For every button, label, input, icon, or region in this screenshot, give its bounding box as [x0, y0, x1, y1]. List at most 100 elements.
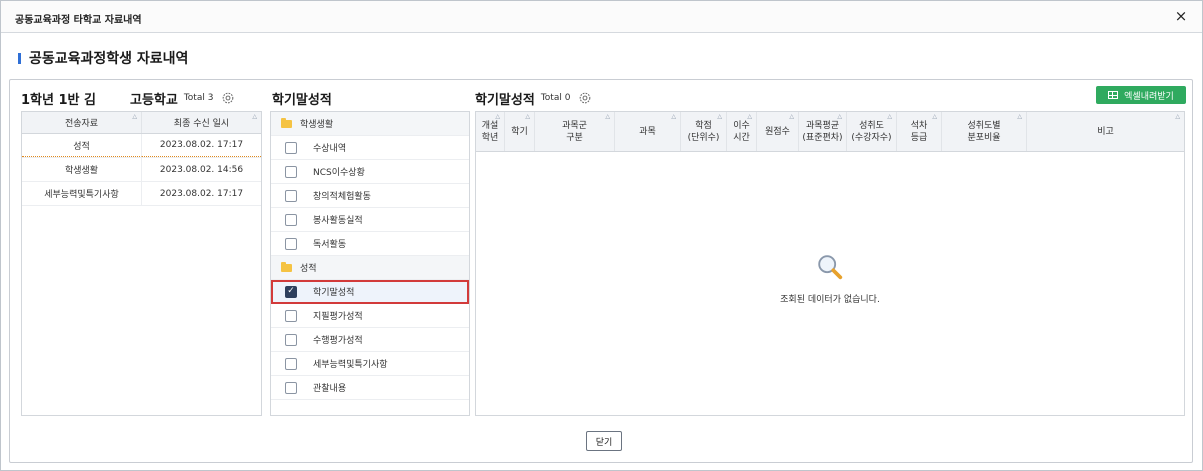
grid-header: 개설 학년 △ 학기 △ 과목군 구분 △ 과목 △ 학점 (단위수) △ 이수 시간 △ 원점수 △ 과목… — [476, 112, 1184, 152]
tree-item-selected[interactable]: ✓ 학기말성적 — [271, 280, 469, 304]
grid-header: 전송자료 △ 최종 수신 일시 △ — [22, 112, 261, 134]
sort-icon[interactable]: △ — [671, 114, 676, 120]
column-header[interactable]: 학기 △ — [505, 112, 535, 151]
cell-data-name: 학생생활 — [22, 158, 142, 181]
tree-item[interactable]: 세부능력및특기사항 — [271, 352, 469, 376]
tree-item-label: 독서활동 — [313, 240, 347, 250]
column-header-label: 성취도별 분포비율 — [967, 120, 1001, 143]
sort-icon[interactable]: △ — [1175, 114, 1180, 120]
student-name: 1학년 1반 김 — [21, 92, 96, 108]
left-total: Total 3 — [183, 93, 214, 103]
tree-item[interactable]: NCS이수상황 — [271, 160, 469, 184]
tree-folder[interactable]: 성적 — [271, 256, 469, 280]
right-title: 학기말성적 — [475, 92, 535, 108]
column-header-label: 원점수 — [765, 126, 790, 137]
cell-received-date: 2023.08.02. 17:17 — [142, 134, 261, 157]
close-icon[interactable]: × — [1172, 7, 1190, 25]
column-header-label: 비고 — [1097, 126, 1114, 137]
transfer-data-grid: 전송자료 △ 최종 수신 일시 △ 성적 2023.08.02. 17:17 학생생… — [21, 111, 262, 416]
folder-icon — [281, 117, 292, 128]
cell-received-date: 2023.08.02. 17:17 — [159, 188, 244, 199]
column-header[interactable]: 성취도 (수강자수) △ — [847, 112, 897, 151]
column-header-label: 성취도 (수강자수) — [851, 120, 892, 143]
tree-item[interactable]: 관찰내용 — [271, 376, 469, 400]
cell-received-date: 2023.08.02. 14:56 — [159, 164, 244, 175]
column-header[interactable]: 개설 학년 △ — [476, 112, 505, 151]
middle-panel-header: 학기말성적 — [272, 89, 332, 108]
tree-folder[interactable]: 학생생활 — [271, 112, 469, 136]
column-header-date[interactable]: 최종 수신 일시 △ — [142, 112, 261, 133]
category-tree: 학생생활 수상내역 NCS이수상황 창의적체험활동 봉사활동실적 독서활동 성적… — [270, 111, 470, 416]
tree-item[interactable]: 창의적체험활동 — [271, 184, 469, 208]
checkbox[interactable] — [285, 237, 297, 250]
column-header[interactable]: 과목군 구분 △ — [535, 112, 615, 151]
empty-message: 조회된 데이터가 없습니다. — [780, 295, 880, 305]
sort-icon[interactable]: △ — [717, 114, 722, 120]
school-name: 고등학교 — [129, 92, 178, 108]
table-row[interactable]: 세부능력및특기사항 2023.08.02. 17:17 — [22, 182, 261, 206]
close-button[interactable]: 닫기 — [586, 431, 622, 451]
sort-icon[interactable]: △ — [132, 114, 137, 120]
checkbox[interactable] — [285, 381, 297, 394]
tree-item[interactable]: 독서활동 — [271, 232, 469, 256]
checkbox[interactable] — [285, 213, 297, 226]
sort-icon[interactable]: △ — [495, 114, 500, 120]
column-header[interactable]: 비고 △ — [1027, 112, 1184, 151]
column-header-label: 학기 — [511, 126, 528, 137]
sort-icon[interactable]: △ — [747, 114, 752, 120]
checkbox[interactable] — [285, 141, 297, 154]
sort-icon[interactable]: △ — [525, 114, 530, 120]
checkbox[interactable] — [285, 165, 297, 178]
folder-label: 성적 — [300, 264, 317, 274]
sort-icon[interactable]: △ — [887, 114, 892, 120]
column-header[interactable]: 성취도별 분포비율 △ — [942, 112, 1027, 151]
title-bar: 공동교육과정 타학교 자료내역 × — [1, 1, 1202, 33]
folder-label: 학생생활 — [300, 120, 334, 130]
section-title: 공동교육과정학생 자료내역 — [18, 49, 188, 67]
tree-item-label: 세부능력및특기사항 — [313, 360, 388, 370]
gear-icon[interactable] — [221, 91, 235, 105]
column-header[interactable]: 학점 (단위수) △ — [681, 112, 727, 151]
window-title: 공동교육과정 타학교 자료내역 — [15, 15, 142, 26]
tree-item[interactable]: 수상내역 — [271, 136, 469, 160]
tree-item-label: 수행평가성적 — [313, 336, 363, 346]
left-panel-header: 1학년 1반 김 고등학교 Total 3 — [21, 89, 235, 108]
checkbox[interactable] — [285, 333, 297, 346]
gear-icon[interactable] — [578, 91, 592, 105]
sort-icon[interactable]: △ — [252, 114, 257, 120]
checkbox[interactable] — [285, 189, 297, 202]
column-header-label: 과목평균 (표준편차) — [802, 120, 843, 143]
table-icon — [1108, 91, 1119, 99]
table-row[interactable]: 학생생활 2023.08.02. 14:56 — [22, 158, 261, 182]
checkbox[interactable] — [285, 357, 297, 370]
column-header[interactable]: 원점수 △ — [757, 112, 799, 151]
sort-icon[interactable]: △ — [1017, 114, 1022, 120]
tree-item[interactable]: 지필평가성적 — [271, 304, 469, 328]
sort-icon[interactable]: △ — [605, 114, 610, 120]
column-header[interactable]: 과목 △ — [615, 112, 681, 151]
column-header[interactable]: 과목평균 (표준편차) △ — [799, 112, 847, 151]
checkbox-checked[interactable]: ✓ — [285, 285, 297, 298]
search-icon — [818, 255, 843, 280]
sort-icon[interactable]: △ — [837, 114, 842, 120]
column-header[interactable]: 석차 등급 △ — [897, 112, 942, 151]
column-header-label: 석차 등급 — [910, 120, 928, 143]
title-accent-bar — [18, 52, 21, 64]
folder-icon — [281, 261, 292, 272]
column-header-label: 개설 학년 — [481, 120, 499, 143]
section-title-text: 공동교육과정학생 자료내역 — [29, 51, 189, 67]
cell-data-name: 세부능력및특기사항 — [22, 182, 142, 205]
sort-icon[interactable]: △ — [932, 114, 937, 120]
tree-item[interactable]: 봉사활동실적 — [271, 208, 469, 232]
right-panel-header: 학기말성적 Total 0 — [475, 89, 592, 108]
tree-item-label: 봉사활동실적 — [313, 216, 363, 226]
tree-item[interactable]: 수행평가성적 — [271, 328, 469, 352]
right-total: Total 0 — [540, 93, 571, 103]
table-row[interactable]: 성적 2023.08.02. 17:17 — [22, 134, 261, 158]
excel-download-button[interactable]: 엑셀내려받기 — [1096, 86, 1186, 104]
sort-icon[interactable]: △ — [789, 114, 794, 120]
excel-download-label: 엑셀내려받기 — [1124, 91, 1174, 102]
checkbox[interactable] — [285, 309, 297, 322]
column-header-data[interactable]: 전송자료 △ — [22, 112, 142, 133]
column-header[interactable]: 이수 시간 △ — [727, 112, 757, 151]
